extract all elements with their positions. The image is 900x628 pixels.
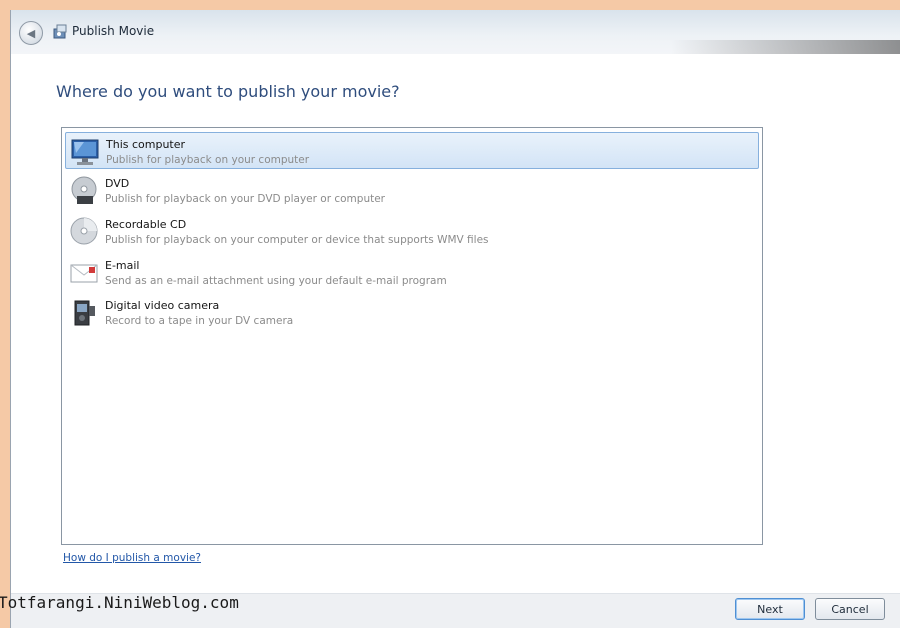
option-label: Digital video camera xyxy=(105,299,220,312)
option-dvd[interactable]: DVD Publish for playback on your DVD pla… xyxy=(65,172,759,209)
publish-movie-window: ◀ Publish Movie Where do you want to pub… xyxy=(10,10,900,628)
help-link[interactable]: How do I publish a movie? xyxy=(63,552,201,564)
window-title: Publish Movie xyxy=(72,24,155,38)
page-heading: Where do you want to publish your movie? xyxy=(56,82,400,101)
dvd-icon xyxy=(71,176,97,204)
option-label: This computer xyxy=(106,138,186,151)
cd-icon xyxy=(70,217,98,245)
option-description: Publish for playback on your computer or… xyxy=(105,234,489,246)
back-arrow-icon: ◀ xyxy=(26,26,36,40)
option-label: Recordable CD xyxy=(105,218,187,231)
option-email[interactable]: E-mail Send as an e-mail attachment usin… xyxy=(65,254,759,291)
option-description: Publish for playback on your DVD player … xyxy=(105,193,385,205)
option-recordable-cd[interactable]: Recordable CD Publish for playback on yo… xyxy=(65,213,759,250)
option-description: Record to a tape in your DV camera xyxy=(105,315,294,327)
option-description: Publish for playback on your computer xyxy=(106,154,310,166)
option-label: E-mail xyxy=(105,259,140,272)
back-button[interactable]: ◀ xyxy=(19,21,43,45)
option-description: Send as an e-mail attachment using your … xyxy=(105,275,447,287)
video-camera-icon xyxy=(74,300,95,326)
publish-options-list: This computer Publish for playback on yo… xyxy=(61,127,763,545)
cancel-button[interactable]: Cancel xyxy=(815,598,885,620)
email-icon xyxy=(70,264,98,283)
movie-maker-icon xyxy=(53,24,67,39)
watermark-text: Totfarangi.NiniWeblog.com xyxy=(0,593,239,612)
option-label: DVD xyxy=(105,177,130,190)
option-digital-video-camera[interactable]: Digital video camera Record to a tape in… xyxy=(65,294,759,331)
title-bar: ◀ Publish Movie xyxy=(11,10,900,54)
next-button[interactable]: Next xyxy=(735,598,805,620)
option-this-computer[interactable]: This computer Publish for playback on yo… xyxy=(65,132,759,169)
computer-icon xyxy=(71,139,99,165)
